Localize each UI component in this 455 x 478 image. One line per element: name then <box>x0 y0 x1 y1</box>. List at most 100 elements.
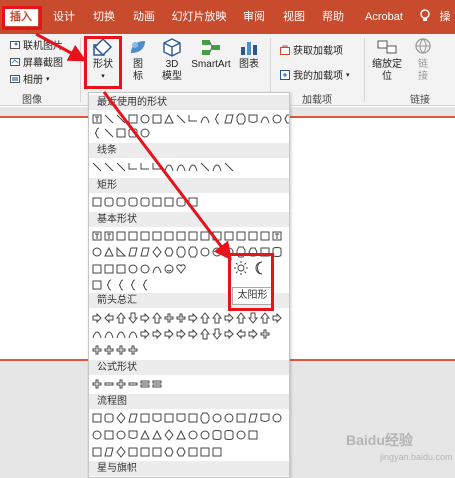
shape-option-icon[interactable] <box>152 113 162 125</box>
shape-option-icon[interactable] <box>104 279 114 291</box>
shape-option-icon[interactable] <box>104 246 114 258</box>
shape-option-icon[interactable] <box>200 429 210 441</box>
shape-option-icon[interactable] <box>164 446 174 458</box>
shape-option-icon[interactable] <box>104 344 114 356</box>
shape-option-icon[interactable] <box>140 328 150 340</box>
shape-option-icon[interactable] <box>176 446 186 458</box>
album-button[interactable]: 相册 ▾ <box>10 71 50 86</box>
shape-option-icon[interactable] <box>92 161 102 173</box>
tab-view[interactable]: 视图 <box>281 8 307 26</box>
tab-animations[interactable]: 动画 <box>131 8 157 26</box>
shape-option-icon[interactable] <box>200 446 210 458</box>
shape-option-icon[interactable] <box>140 127 150 139</box>
shape-option-icon[interactable] <box>128 196 138 208</box>
shape-option-icon[interactable] <box>104 263 114 275</box>
shape-option-icon[interactable] <box>116 412 126 424</box>
shape-option-icon[interactable] <box>128 328 138 340</box>
shape-option-icon[interactable] <box>212 328 222 340</box>
shape-option-icon[interactable] <box>104 113 114 125</box>
shape-option-icon[interactable] <box>212 246 222 258</box>
shape-option-icon[interactable] <box>140 161 150 173</box>
shape-option-icon[interactable] <box>92 246 102 258</box>
sun-shape-icon[interactable] <box>234 261 248 275</box>
shape-option-icon[interactable] <box>92 429 102 441</box>
shape-option-icon[interactable] <box>260 113 270 125</box>
shape-option-icon[interactable] <box>152 263 162 275</box>
shape-option-icon[interactable] <box>236 328 246 340</box>
shape-option-icon[interactable] <box>272 412 282 424</box>
shape-option-icon[interactable] <box>92 127 102 139</box>
get-addins-button[interactable]: 获取加载项 <box>280 42 343 57</box>
shape-option-icon[interactable] <box>104 196 114 208</box>
shape-option-icon[interactable] <box>224 312 234 324</box>
shape-option-icon[interactable] <box>128 263 138 275</box>
shape-option-icon[interactable] <box>248 429 258 441</box>
shape-option-icon[interactable] <box>152 412 162 424</box>
shape-option-icon[interactable] <box>164 161 174 173</box>
shape-option-icon[interactable] <box>188 328 198 340</box>
shape-option-icon[interactable] <box>116 279 126 291</box>
lightbulb-icon[interactable] <box>419 8 431 26</box>
tab-review[interactable]: 审阅 <box>241 8 267 26</box>
shape-option-icon[interactable] <box>200 328 210 340</box>
shape-option-icon[interactable] <box>104 328 114 340</box>
shape-option-icon[interactable] <box>224 113 234 125</box>
shape-option-icon[interactable] <box>116 113 126 125</box>
shape-option-icon[interactable] <box>128 344 138 356</box>
shape-option-icon[interactable] <box>116 161 126 173</box>
online-pictures-button[interactable]: 联机图片 <box>10 37 63 52</box>
shape-option-icon[interactable] <box>248 230 258 242</box>
shape-option-icon[interactable] <box>116 429 126 441</box>
shape-option-icon[interactable] <box>140 246 150 258</box>
shape-option-icon[interactable] <box>104 378 114 390</box>
shape-option-icon[interactable] <box>176 230 186 242</box>
smartart-button[interactable]: SmartArt <box>190 37 232 71</box>
shape-option-icon[interactable] <box>92 412 102 424</box>
shape-option-icon[interactable] <box>188 312 198 324</box>
shape-option-icon[interactable] <box>248 412 258 424</box>
shape-option-icon[interactable] <box>188 196 198 208</box>
shape-option-icon[interactable] <box>260 328 270 340</box>
shape-option-icon[interactable] <box>116 230 126 242</box>
shape-option-icon[interactable] <box>224 230 234 242</box>
shape-option-icon[interactable] <box>140 378 150 390</box>
shape-option-icon[interactable] <box>164 412 174 424</box>
shape-option-icon[interactable] <box>212 161 222 173</box>
shape-option-icon[interactable] <box>212 429 222 441</box>
shape-option-icon[interactable] <box>164 328 174 340</box>
shape-option-icon[interactable] <box>176 161 186 173</box>
shape-option-icon[interactable] <box>200 161 210 173</box>
shape-option-icon[interactable] <box>116 446 126 458</box>
shape-option-icon[interactable] <box>128 279 138 291</box>
shape-option-icon[interactable] <box>236 429 246 441</box>
tab-tell-me[interactable]: 操 <box>436 8 454 26</box>
shape-option-icon[interactable] <box>152 429 162 441</box>
shape-option-icon[interactable] <box>284 113 289 125</box>
shape-option-icon[interactable] <box>128 161 138 173</box>
shape-option-icon[interactable] <box>104 127 114 139</box>
tab-transitions[interactable]: 切换 <box>91 8 117 26</box>
shape-option-icon[interactable] <box>260 312 270 324</box>
shape-option-icon[interactable] <box>176 312 186 324</box>
shape-option-icon[interactable] <box>188 230 198 242</box>
shape-option-icon[interactable] <box>128 412 138 424</box>
shape-option-icon[interactable] <box>116 312 126 324</box>
shape-option-icon[interactable] <box>164 246 174 258</box>
shape-option-icon[interactable] <box>236 230 246 242</box>
tab-slideshow[interactable]: 幻灯片放映 <box>170 8 228 26</box>
shape-option-icon[interactable] <box>92 328 102 340</box>
zoom-button[interactable]: 缩放定 位 <box>370 37 404 83</box>
shape-option-icon[interactable] <box>188 446 198 458</box>
shape-option-icon[interactable] <box>92 279 102 291</box>
shape-option-icon[interactable] <box>188 429 198 441</box>
shape-option-icon[interactable] <box>128 312 138 324</box>
shape-option-icon[interactable] <box>236 113 246 125</box>
shape-option-icon[interactable] <box>224 412 234 424</box>
shape-option-icon[interactable] <box>140 230 150 242</box>
shape-option-icon[interactable] <box>212 412 222 424</box>
shape-option-icon[interactable] <box>140 429 150 441</box>
shape-option-icon[interactable] <box>188 113 198 125</box>
shape-option-icon[interactable] <box>272 230 282 242</box>
shape-option-icon[interactable] <box>176 412 186 424</box>
shape-option-icon[interactable] <box>140 446 150 458</box>
